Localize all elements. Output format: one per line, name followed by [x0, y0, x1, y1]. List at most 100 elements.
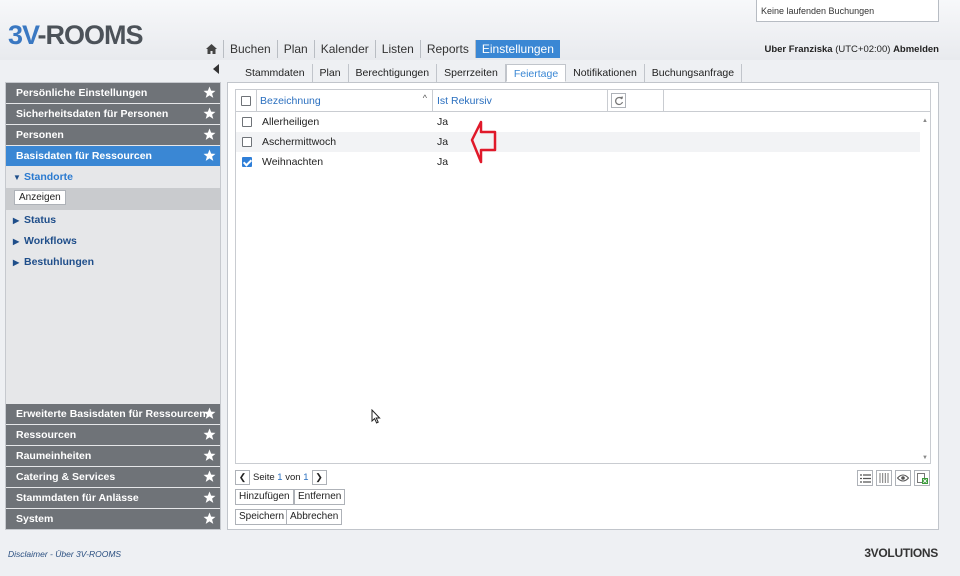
- table-row[interactable]: Weihnachten Ja: [236, 152, 920, 172]
- top-navigation: Buchen Plan Kalender Listen Reports Eins…: [200, 40, 560, 58]
- scroll-up-icon[interactable]: ▲: [922, 118, 928, 124]
- next-page-button[interactable]: ❯: [311, 470, 327, 485]
- show-row: Anzeigen: [6, 188, 220, 210]
- star-icon[interactable]: [203, 107, 216, 120]
- export-excel-icon[interactable]: [914, 470, 930, 486]
- section-basisdaten-ressourcen[interactable]: Basisdaten für Ressourcen: [6, 146, 220, 166]
- user-timezone: (UTC+02:00): [835, 44, 891, 55]
- table-row[interactable]: Aschermittwoch Ja: [236, 132, 920, 152]
- nav-buchen[interactable]: Buchen: [224, 40, 278, 58]
- section-catering-services[interactable]: Catering & Services: [6, 467, 220, 487]
- row-checkbox[interactable]: [241, 157, 252, 167]
- sort-ascending-icon: ^: [422, 93, 427, 103]
- sidebar-bottom-sections: Erweiterte Basisdaten für Ressourcen Res…: [6, 404, 220, 529]
- star-icon[interactable]: [203, 149, 216, 162]
- tab-stammdaten[interactable]: Stammdaten: [238, 64, 313, 82]
- chevron-right-icon: ▶: [13, 216, 20, 225]
- add-button[interactable]: Hinzufügen: [235, 489, 294, 505]
- star-icon[interactable]: [203, 128, 216, 141]
- sidebar: Persönliche Einstellungen Sicherheitsdat…: [5, 82, 221, 530]
- tab-feiertage[interactable]: Feiertage: [505, 64, 567, 82]
- tab-berechtigungen[interactable]: Berechtigungen: [349, 64, 438, 82]
- cell-bezeichnung: Aschermittwoch: [262, 136, 337, 148]
- select-all-cell: [236, 90, 257, 111]
- current-page: 1: [277, 472, 283, 483]
- previous-page-button[interactable]: ❮: [235, 470, 250, 485]
- refresh-icon[interactable]: [611, 93, 626, 108]
- star-icon[interactable]: [203, 449, 216, 462]
- star-icon[interactable]: [203, 407, 216, 420]
- grid-scrollbar[interactable]: ▲ ▼: [920, 112, 930, 463]
- about-link[interactable]: Über 3V-ROOMS: [55, 549, 121, 559]
- remove-button[interactable]: Entfernen: [294, 489, 346, 505]
- star-icon[interactable]: [203, 86, 216, 99]
- collapse-sidebar-icon[interactable]: [212, 64, 220, 74]
- total-pages: 1: [303, 472, 309, 483]
- list-view-icon[interactable]: [857, 470, 873, 486]
- content-panel: Bezeichnung ^ Ist Rekursiv Allerheiligen…: [227, 82, 939, 530]
- nav-plan[interactable]: Plan: [278, 40, 315, 58]
- nav-listen[interactable]: Listen: [376, 40, 421, 58]
- logout-link[interactable]: Abmelden: [893, 44, 939, 55]
- chevron-right-icon: ▶: [13, 237, 20, 246]
- table-row[interactable]: Allerheiligen Ja: [236, 112, 920, 132]
- star-icon[interactable]: [203, 428, 216, 441]
- sidebar-item-bestuhlungen[interactable]: ▶ Bestuhlungen: [6, 252, 220, 273]
- section-ressourcen[interactable]: Ressourcen: [6, 425, 220, 445]
- star-icon[interactable]: [203, 470, 216, 483]
- eye-icon[interactable]: [895, 470, 911, 486]
- grid-header: Bezeichnung ^ Ist Rekursiv: [236, 90, 930, 112]
- sidebar-item-status[interactable]: ▶ Status: [6, 210, 220, 231]
- chevron-down-icon: ▼: [13, 173, 21, 182]
- grid-tools: [857, 470, 930, 486]
- column-header-ist-rekursiv[interactable]: Ist Rekursiv: [433, 90, 608, 111]
- columns-icon[interactable]: [876, 470, 892, 486]
- tab-sperrzeiten[interactable]: Sperrzeiten: [437, 64, 506, 82]
- chevron-right-icon: ▶: [13, 258, 20, 267]
- pager: ❮ Seite 1 von 1 ❯: [235, 470, 327, 485]
- star-icon[interactable]: [203, 512, 216, 525]
- cancel-button[interactable]: Abbrechen: [286, 509, 343, 525]
- nav-reports[interactable]: Reports: [421, 40, 476, 58]
- sidebar-item-standorte[interactable]: ▼ Standorte: [6, 167, 220, 188]
- section-personen[interactable]: Personen: [6, 125, 220, 145]
- tab-notifikationen[interactable]: Notifikationen: [566, 64, 645, 82]
- section-erweiterte-basisdaten[interactable]: Erweiterte Basisdaten für Ressourcen: [6, 404, 220, 424]
- cell-ist-rekursiv: Ja: [437, 156, 449, 168]
- cell-bezeichnung: Allerheiligen: [262, 116, 320, 128]
- user-info: Uber Franziska (UTC+02:00) Abmelden: [764, 44, 939, 55]
- refresh-cell: [608, 90, 664, 111]
- section-stammdaten-anlaesse[interactable]: Stammdaten für Anlässe: [6, 488, 220, 508]
- cell-ist-rekursiv: Ja: [437, 136, 449, 148]
- grid-body: Allerheiligen Ja Aschermittwoch Ja Weihn…: [236, 112, 920, 172]
- select-all-checkbox[interactable]: [241, 95, 251, 106]
- tab-plan[interactable]: Plan: [313, 64, 349, 82]
- nav-einstellungen[interactable]: Einstellungen: [475, 40, 560, 58]
- content-tabs: Stammdaten Plan Berechtigungen Sperrzeit…: [238, 64, 743, 82]
- cell-ist-rekursiv: Ja: [437, 116, 449, 128]
- company-logo: 3VOLUTIONS: [864, 546, 938, 560]
- save-button[interactable]: Speichern: [235, 509, 289, 525]
- booking-status: Keine laufenden Buchungen: [756, 0, 939, 22]
- app-logo[interactable]: 3V-ROOMS: [8, 20, 144, 51]
- section-raumeinheiten[interactable]: Raumeinheiten: [6, 446, 220, 466]
- column-header-bezeichnung[interactable]: Bezeichnung ^: [257, 90, 433, 111]
- annotation-arrow-icon: [470, 120, 497, 164]
- tab-buchungsanfrage[interactable]: Buchungsanfrage: [645, 64, 743, 82]
- cell-bezeichnung: Weihnachten: [262, 156, 324, 168]
- nav-kalender[interactable]: Kalender: [315, 40, 376, 58]
- section-system[interactable]: System: [6, 509, 220, 529]
- page-of-label: von: [285, 472, 301, 483]
- row-checkbox[interactable]: [241, 137, 252, 147]
- section-persoenliche-einstellungen[interactable]: Persönliche Einstellungen: [6, 83, 220, 103]
- footer-separator: -: [50, 549, 53, 559]
- home-icon[interactable]: [200, 40, 224, 58]
- sidebar-item-workflows[interactable]: ▶ Workflows: [6, 231, 220, 252]
- star-icon[interactable]: [203, 491, 216, 504]
- scroll-down-icon[interactable]: ▼: [922, 455, 928, 461]
- row-checkbox[interactable]: [241, 117, 252, 127]
- page-label: Seite: [253, 472, 275, 483]
- show-button[interactable]: Anzeigen: [14, 190, 66, 205]
- section-sicherheitsdaten[interactable]: Sicherheitsdaten für Personen: [6, 104, 220, 124]
- disclaimer-link[interactable]: Disclaimer: [8, 549, 48, 559]
